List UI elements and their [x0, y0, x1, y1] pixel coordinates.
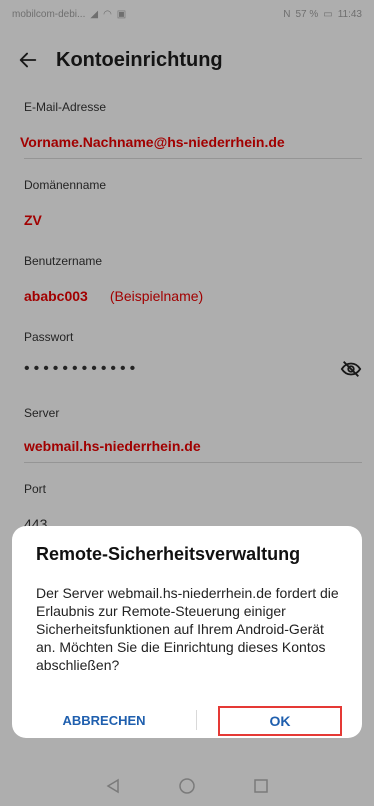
- button-separator: [196, 710, 197, 730]
- remote-security-dialog: Remote-Sicherheitsverwaltung Der Server …: [12, 526, 362, 738]
- cancel-button[interactable]: ABBRECHEN: [32, 702, 176, 738]
- dialog-message: Der Server webmail.hs-niederrhein.de for…: [36, 585, 339, 673]
- ok-button[interactable]: OK: [218, 706, 342, 736]
- dialog-actions: ABBRECHEN OK: [12, 702, 362, 738]
- dialog-title: Remote-Sicherheitsverwaltung: [36, 544, 301, 564]
